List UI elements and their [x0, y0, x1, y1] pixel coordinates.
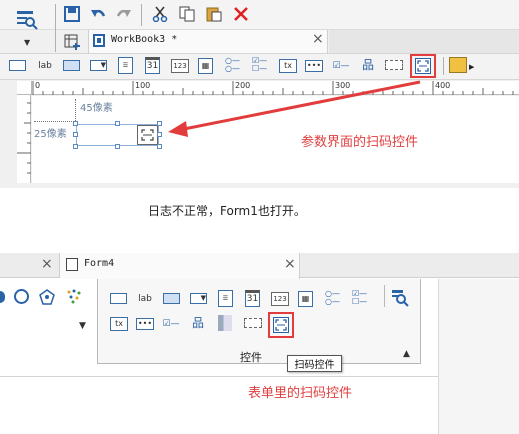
- copy-icon[interactable]: [177, 5, 197, 23]
- annotation-text: 表单里的扫码控件: [248, 386, 353, 401]
- button-widget-icon[interactable]: [110, 293, 127, 304]
- number-widget-icon[interactable]: 123: [171, 59, 189, 73]
- checkbox-widget-icon[interactable]: ☑—: [162, 317, 180, 331]
- textbox-widget-icon[interactable]: [163, 293, 180, 304]
- tab-title: WorkBook3 *: [111, 34, 178, 45]
- tooltip-text: 扫码控件: [294, 360, 335, 371]
- new-report-icon[interactable]: [62, 33, 82, 51]
- password-widget-icon[interactable]: •••: [305, 60, 323, 72]
- textbox-widget-icon[interactable]: [63, 60, 80, 71]
- partial-left-icon: [0, 291, 5, 303]
- resize-handle[interactable]: [115, 121, 120, 126]
- tab-form4[interactable]: Form4 ×: [60, 253, 300, 279]
- resize-handle[interactable]: [157, 121, 162, 126]
- height-dimension-label: 25像素: [34, 129, 67, 140]
- radio-group-widget-icon[interactable]: ☰: [218, 290, 233, 307]
- preview-search-icon[interactable]: [391, 289, 409, 310]
- radio-widget-icon[interactable]: ○— ○—: [325, 290, 340, 306]
- tooltip: 扫码控件: [287, 355, 342, 372]
- password-widget-icon[interactable]: •••: [136, 318, 154, 330]
- preview-icon[interactable]: [14, 8, 40, 32]
- image-widget-icon[interactable]: [218, 315, 232, 331]
- label-widget-icon[interactable]: lab: [36, 59, 54, 73]
- prev-tab-close-icon[interactable]: ×: [41, 256, 53, 272]
- paste-icon[interactable]: [204, 5, 224, 23]
- ruler-label-0: 0: [35, 81, 41, 90]
- radio-widget-icon[interactable]: ○— ○—: [225, 57, 240, 73]
- horizontal-ruler: 0 100 200 300 400: [32, 81, 519, 95]
- undo-icon[interactable]: [88, 5, 108, 23]
- more-arrow-icon[interactable]: ▶: [469, 63, 474, 71]
- radio-group-widget-icon[interactable]: ☰: [118, 57, 133, 74]
- tab-close-icon[interactable]: ×: [312, 31, 324, 47]
- calendar-widget-icon[interactable]: 31: [245, 290, 260, 307]
- scan-code-widget-icon[interactable]: [273, 317, 289, 333]
- delete-icon[interactable]: [231, 5, 251, 23]
- workspace-divider: [0, 376, 438, 377]
- width-guide: [75, 99, 76, 121]
- resize-handle[interactable]: [157, 144, 162, 149]
- resize-handle[interactable]: [115, 144, 120, 149]
- calendar-widget-icon[interactable]: 31: [145, 57, 160, 74]
- label-widget-icon[interactable]: lab: [136, 292, 154, 306]
- resize-handle[interactable]: [157, 132, 162, 137]
- text-field-widget-icon[interactable]: tx: [110, 317, 128, 331]
- redo-icon[interactable]: [114, 5, 134, 23]
- number-widget-icon[interactable]: 123: [271, 292, 289, 306]
- annotation-text: 参数界面的扫码控件: [301, 135, 419, 150]
- combobox-widget-icon[interactable]: ▼: [190, 293, 207, 304]
- ruler-label-100: 100: [135, 81, 151, 90]
- bottom-screenshot: 日志不正常，Form1也打开。 × Form4 × ▼ lab ▼ ☰ 31 1…: [0, 205, 519, 434]
- ruler-label-200: 200: [235, 81, 251, 90]
- edit-widget-icon[interactable]: [449, 57, 467, 73]
- tree-widget-icon[interactable]: ▦: [298, 291, 313, 307]
- scan-code-widget-icon[interactable]: [415, 58, 431, 74]
- checkbox-widget-icon[interactable]: ☑—: [332, 59, 350, 73]
- cut-icon[interactable]: [150, 5, 170, 23]
- height-guide: [34, 121, 76, 122]
- width-dimension-label: 45像素: [80, 103, 113, 114]
- tree-structure-widget-icon[interactable]: 品: [360, 57, 376, 73]
- resize-handle[interactable]: [73, 121, 78, 126]
- tab-title: Form4: [84, 258, 115, 269]
- panel-title: 控件: [240, 351, 262, 364]
- form-icon: [66, 258, 78, 271]
- cut-off-text: 日志不正常，Form1也打开。: [148, 205, 306, 218]
- right-partial-panel: [438, 279, 519, 434]
- combobox-widget-icon[interactable]: ▼: [90, 60, 107, 71]
- top-screenshot: ▼ WorkBook3 * × lab ▼ ☰ 31 123 ▦ ○— ○— ☑—…: [0, 0, 519, 188]
- workbook-icon: [93, 34, 105, 47]
- tree-structure-widget-icon[interactable]: 品: [190, 315, 206, 331]
- ruler-corner: [17, 81, 32, 95]
- preview-dropdown-icon[interactable]: ▼: [24, 38, 30, 47]
- resize-handle[interactable]: [73, 144, 78, 149]
- save-icon[interactable]: [62, 5, 82, 23]
- pentagon-icon[interactable]: [39, 289, 55, 308]
- panel-collapse-icon[interactable]: ▲: [403, 349, 410, 359]
- dots-icon[interactable]: [66, 289, 82, 308]
- tab-workbook[interactable]: WorkBook3 * ×: [88, 30, 328, 53]
- checkbox-group-widget-icon[interactable]: ☑— ☐—: [252, 57, 267, 73]
- scan-code-button[interactable]: [137, 125, 158, 145]
- resize-handle[interactable]: [73, 132, 78, 137]
- chart-pie-icon[interactable]: [14, 289, 29, 304]
- button-widget-icon[interactable]: [9, 60, 26, 71]
- ruler-label-300: 300: [335, 81, 351, 90]
- tree-widget-icon[interactable]: ▦: [198, 58, 213, 74]
- dropdown-icon[interactable]: ▼: [79, 321, 86, 331]
- checkbox-group-widget-icon[interactable]: ☑— ☐—: [352, 290, 367, 306]
- tab-close-icon[interactable]: ×: [284, 256, 296, 272]
- ruler-label-400: 400: [435, 81, 451, 90]
- text-field-widget-icon[interactable]: tx: [279, 59, 297, 73]
- multi-file-widget-icon[interactable]: [385, 60, 403, 70]
- vertical-divider: [384, 285, 385, 307]
- multi-file-widget-icon[interactable]: [244, 318, 262, 328]
- vertical-ruler: [17, 95, 31, 183]
